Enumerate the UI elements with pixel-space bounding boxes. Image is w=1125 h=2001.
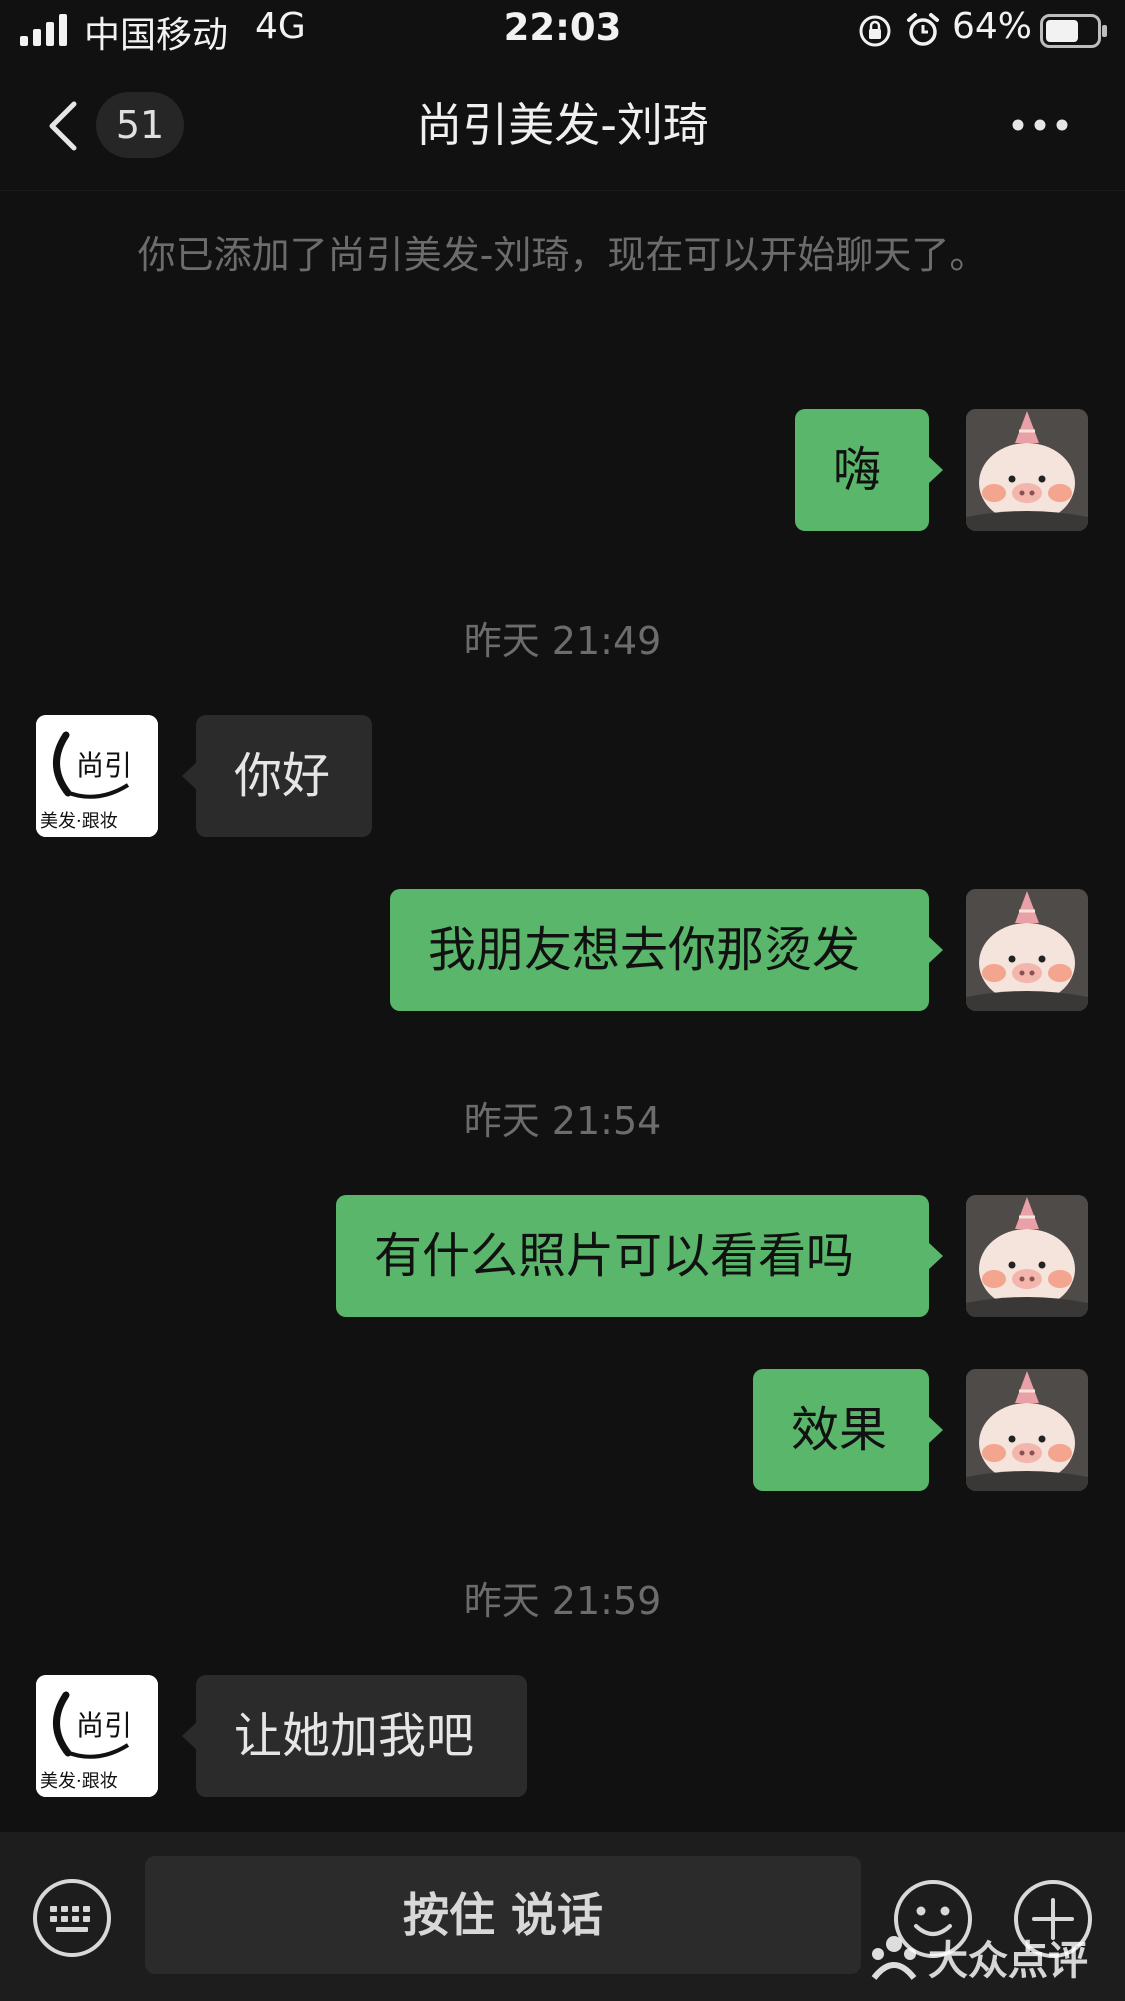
more-options-icon[interactable] — [1010, 114, 1070, 136]
chat-title: 尚引美发-刘琦 — [416, 98, 709, 152]
message-bubble-sent[interactable]: 我朋友想去你那烫发 — [390, 889, 943, 1011]
pig-avatar-icon[interactable] — [966, 889, 1088, 1011]
message-bubble-sent[interactable]: 有什么照片可以看看吗 — [336, 1195, 943, 1317]
svg-text:美发·跟妆: 美发·跟妆 — [40, 1771, 118, 1792]
message-bubble-received[interactable]: 让她加我吧 — [182, 1675, 527, 1797]
message-bubble-sent[interactable]: 效果 — [753, 1369, 943, 1491]
keyboard-icon[interactable] — [32, 1878, 112, 1958]
watermark-text: 大众点评 — [928, 1938, 1088, 1984]
battery-icon — [1040, 14, 1107, 48]
timestamp: 昨天 21:59 — [463, 1579, 662, 1623]
timestamp: 昨天 21:49 — [463, 619, 662, 663]
svg-text:美发·跟妆: 美发·跟妆 — [40, 811, 118, 832]
system-notice: 你已添加了尚引美发-刘琦，现在可以开始聊天了。 — [137, 233, 988, 277]
battery-percentage: 64% — [952, 6, 1033, 47]
alarm-clock-icon — [907, 13, 939, 46]
chat-header: 51 尚引美发-刘琦 — [0, 62, 1125, 191]
timestamp: 昨天 21:54 — [463, 1099, 662, 1143]
pig-avatar-icon[interactable] — [966, 1369, 1088, 1491]
status-bar: 中国移动 4G 22:03 64% — [0, 0, 1125, 62]
rotation-lock-icon — [859, 15, 891, 47]
shop-logo-avatar[interactable]: 尚引 美发·跟妆 — [36, 715, 158, 837]
message-bubble-sent[interactable]: 嗨 — [795, 409, 943, 531]
pig-avatar-icon[interactable] — [966, 1195, 1088, 1317]
message-bubble-received[interactable]: 你好 — [182, 715, 372, 837]
hold-to-talk-button[interactable]: 按住 说话 — [145, 1856, 861, 1974]
svg-text:尚引: 尚引 — [76, 749, 132, 782]
shop-logo-avatar[interactable]: 尚引 美发·跟妆 — [36, 1675, 158, 1797]
dianping-watermark: 大众点评 — [868, 1928, 1108, 1984]
svg-text:尚引: 尚引 — [76, 1709, 132, 1742]
pig-avatar-icon[interactable] — [966, 409, 1088, 531]
dianping-logo-icon — [871, 1936, 917, 1980]
